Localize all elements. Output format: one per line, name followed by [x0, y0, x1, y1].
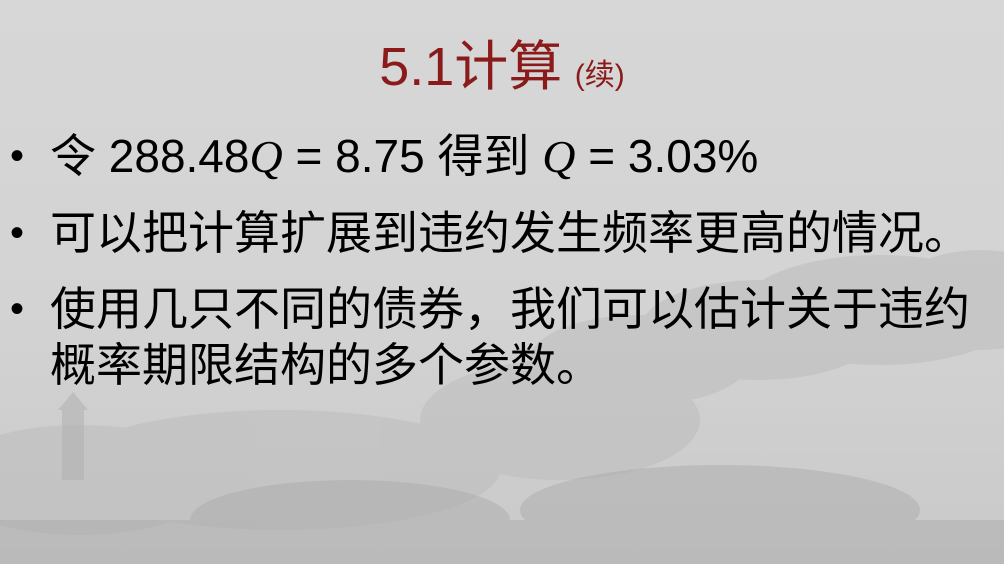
bullet-text-middle: = 8.75 得到	[282, 130, 543, 182]
bullet-item-equation: • 令 288.48Q = 8.75 得到 Q = 3.03%	[0, 128, 1004, 185]
bullet-text-suffix: = 3.03%	[575, 130, 759, 182]
bullet-list: • 令 288.48Q = 8.75 得到 Q = 3.03% • 可以把计算扩…	[0, 128, 1004, 413]
bullet-item-multiple-bonds: • 使用几只不同的债券，我们可以估计关于违约概率期限结构的多个参数。	[0, 281, 1004, 393]
bullet-symbol: •	[10, 211, 25, 255]
math-variable-q: Q	[249, 131, 283, 182]
slide: 5.1计算 (续) • 令 288.48Q = 8.75 得到 Q = 3.03…	[0, 0, 1004, 564]
slide-title-main: 5.1计算	[379, 37, 563, 97]
slide-title-suffix: (续)	[574, 59, 625, 92]
bullet-text-prefix: 令 288.48	[50, 130, 250, 182]
slide-title: 5.1计算 (续)	[0, 22, 1004, 101]
bullet-item-extension: • 可以把计算扩展到违约发生频率更高的情况。	[0, 205, 1004, 261]
bullet-symbol: •	[10, 134, 25, 178]
math-variable-q: Q	[542, 131, 576, 182]
bullet-symbol: •	[10, 287, 25, 331]
bullet-text: 使用几只不同的债券，我们可以估计关于违约概率期限结构的多个参数。	[50, 283, 970, 391]
bullet-text: 可以把计算扩展到违约发生频率更高的情况。	[50, 207, 970, 259]
